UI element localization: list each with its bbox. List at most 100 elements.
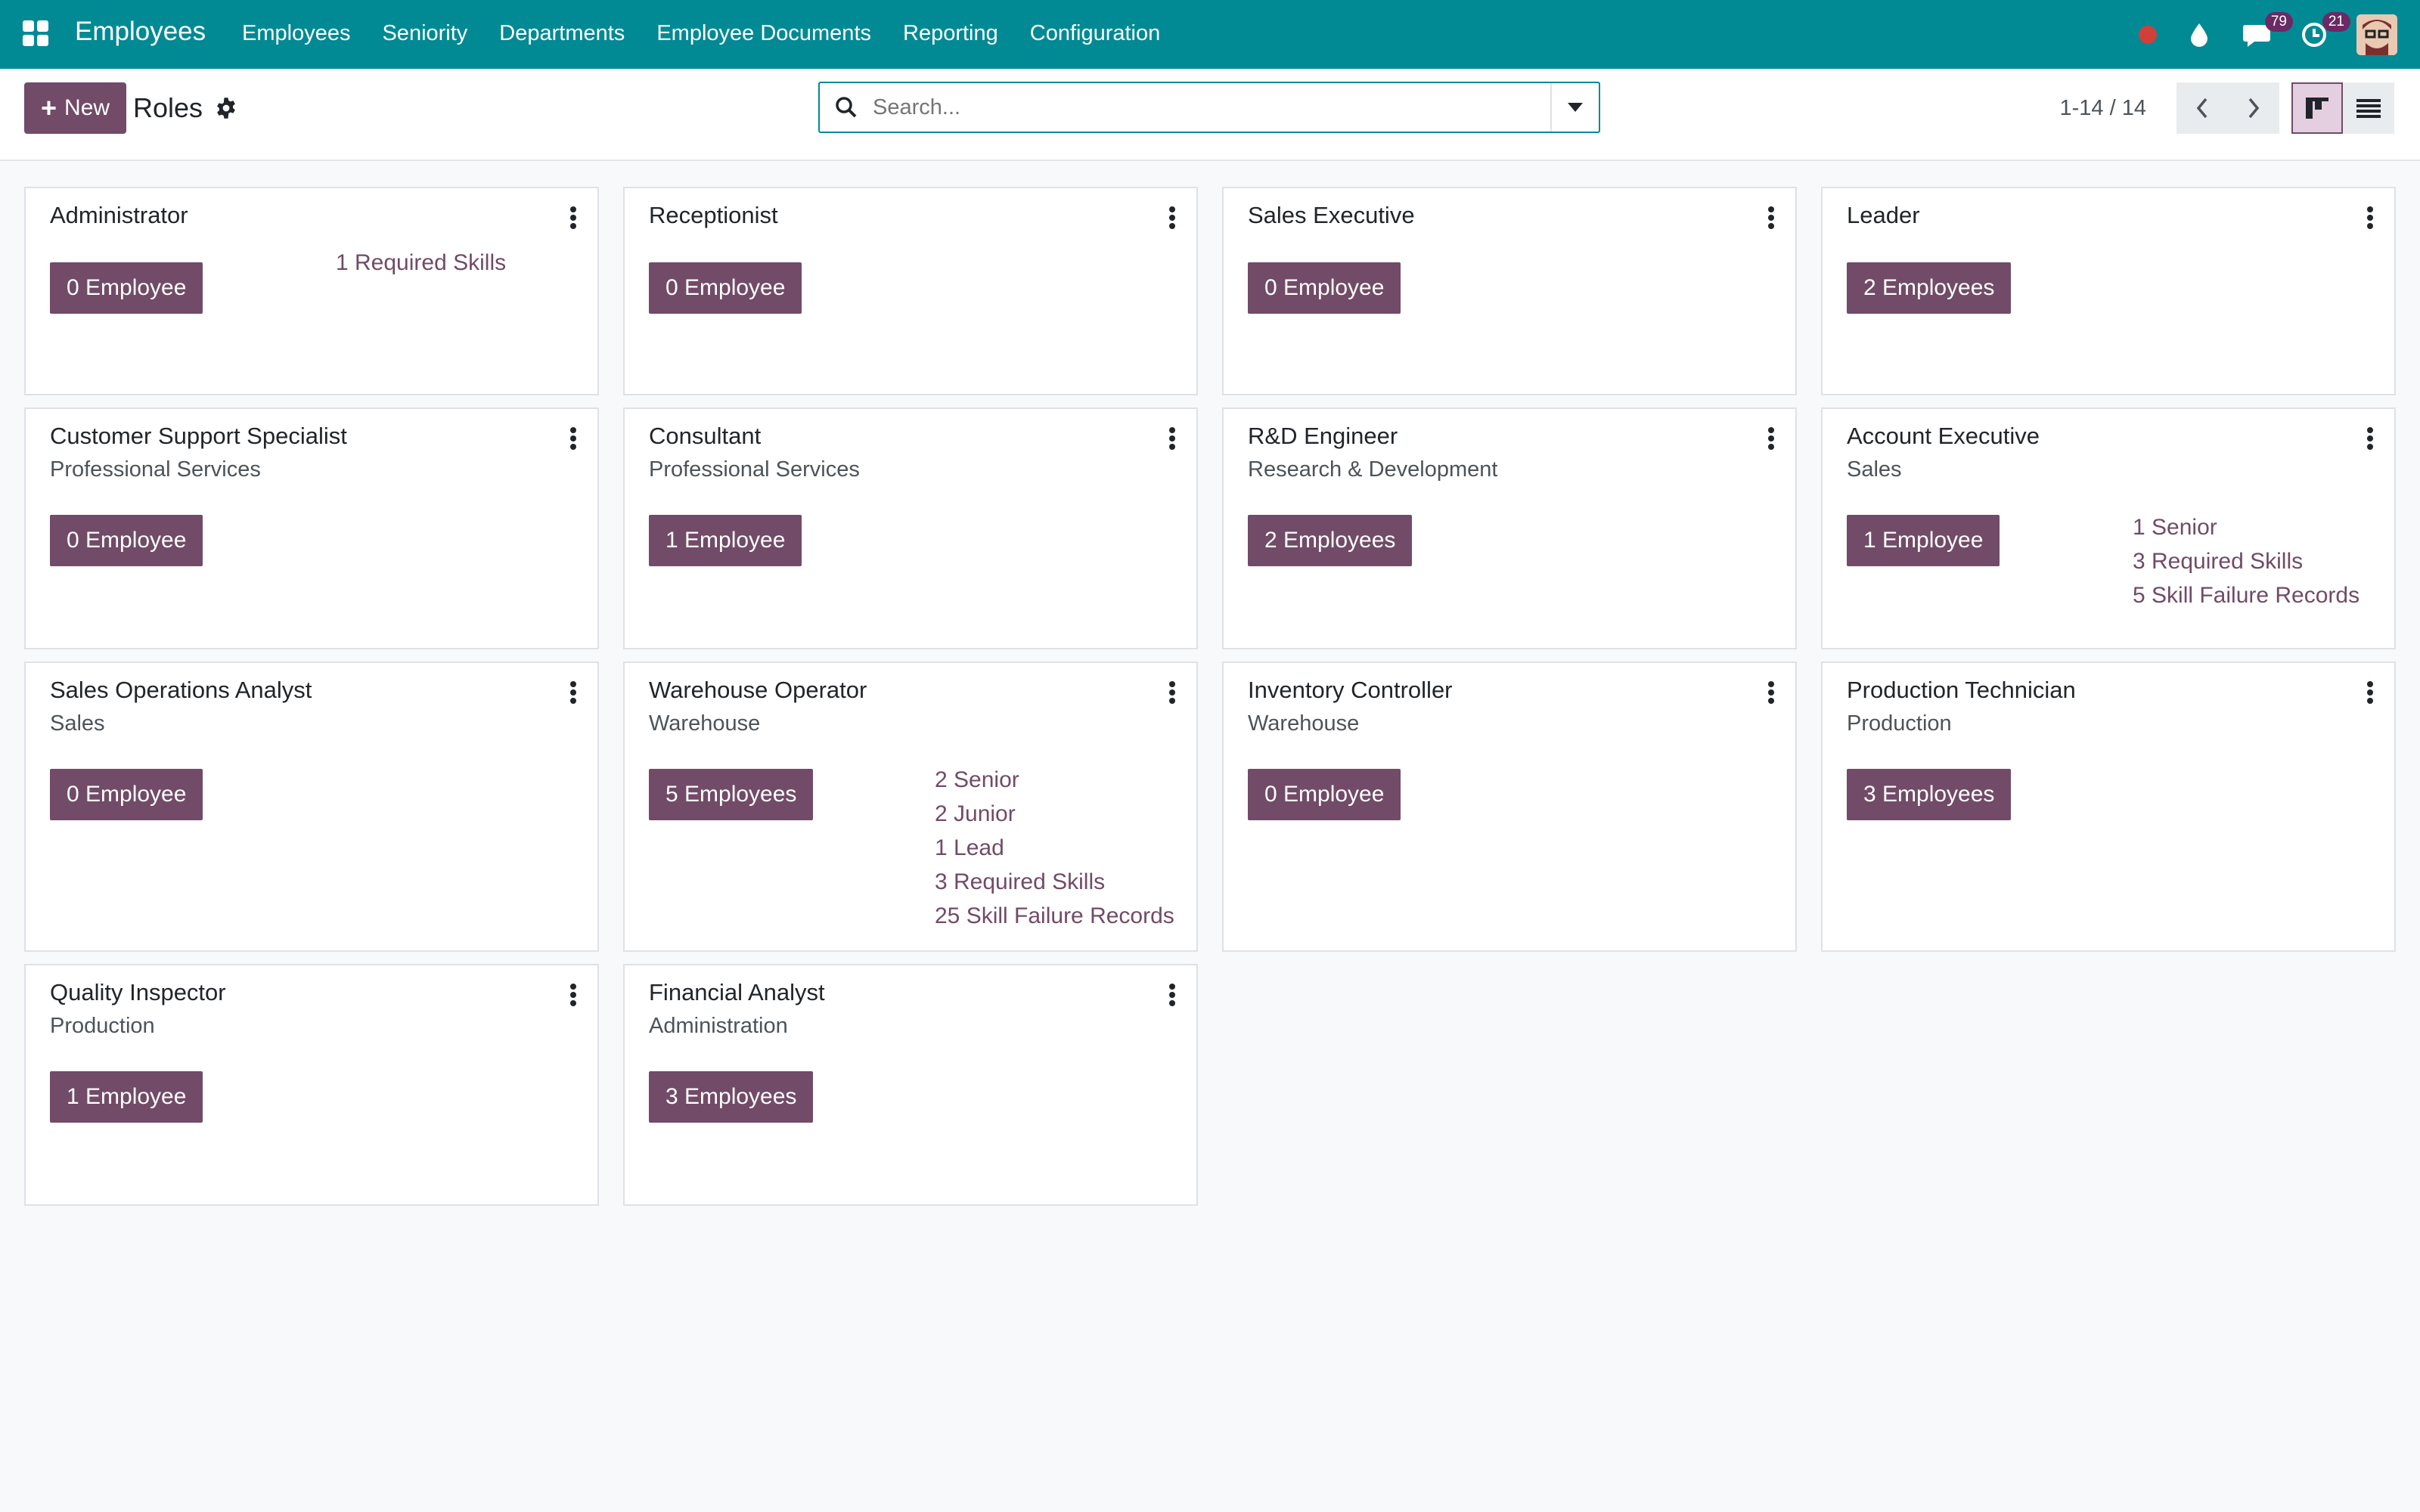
card-department: Professional Services <box>50 457 261 482</box>
record-icon[interactable] <box>2139 26 2157 44</box>
app-brand[interactable]: Employees <box>75 17 206 47</box>
main-menu: Employees Seniority Departments Employee… <box>242 21 1192 46</box>
menu-item-seniority[interactable]: Seniority <box>382 21 467 46</box>
junior-link[interactable]: 2 Junior <box>935 797 1174 831</box>
skill-failure-records-link[interactable]: 5 Skill Failure Records <box>2133 578 2360 612</box>
kebab-menu-icon[interactable] <box>1168 984 1177 1006</box>
gear-icon[interactable] <box>215 97 237 119</box>
card-links: 1 Required Skills <box>336 246 506 280</box>
pager-value[interactable]: 1-14 / 14 <box>2060 96 2146 121</box>
kebab-menu-icon[interactable] <box>1168 427 1177 450</box>
menu-item-departments[interactable]: Departments <box>499 21 625 46</box>
kanban-card[interactable]: Warehouse Operator Warehouse 5 Employees… <box>623 662 1198 952</box>
activity-clock-icon[interactable]: 21 <box>2299 12 2350 50</box>
kebab-menu-icon[interactable] <box>569 984 578 1006</box>
kanban-card[interactable]: Quality Inspector Production 1 Employee <box>24 964 599 1206</box>
card-department: Warehouse <box>649 711 761 736</box>
card-title: R&D Engineer <box>1248 423 1398 449</box>
chat-count-badge: 79 <box>2264 12 2293 32</box>
list-view-button[interactable] <box>2343 82 2394 134</box>
kebab-menu-icon[interactable] <box>2366 681 2375 704</box>
kanban-card[interactable]: Customer Support Specialist Professional… <box>24 407 599 649</box>
chat-icon[interactable]: 79 <box>2242 12 2293 50</box>
kanban-card[interactable]: Administrator 0 Employee 1 Required Skil… <box>24 187 599 395</box>
employees-button[interactable]: 5 Employees <box>649 769 814 820</box>
employees-button[interactable]: 0 Employee <box>50 262 203 314</box>
senior-link[interactable]: 1 Senior <box>2133 510 2360 544</box>
employees-button[interactable]: 3 Employees <box>1847 769 2012 820</box>
kanban-card[interactable]: R&D Engineer Research & Development 2 Em… <box>1222 407 1797 649</box>
employees-button[interactable]: 2 Employees <box>1248 515 1413 566</box>
employees-button[interactable]: 0 Employee <box>50 515 203 566</box>
skill-failure-records-link[interactable]: 25 Skill Failure Records <box>935 899 1174 933</box>
kanban-card[interactable]: Financial Analyst Administration 3 Emplo… <box>623 964 1198 1206</box>
kanban-card[interactable]: Inventory Controller Warehouse 0 Employe… <box>1222 662 1797 952</box>
kanban-card[interactable]: Receptionist 0 Employee <box>623 187 1198 395</box>
list-icon <box>2356 99 2381 118</box>
kebab-menu-icon[interactable] <box>2366 427 2375 450</box>
pager-previous-button[interactable] <box>2176 82 2228 134</box>
card-title: Quality Inspector <box>50 979 226 1005</box>
menu-item-reporting[interactable]: Reporting <box>903 21 998 46</box>
employees-button[interactable]: 1 Employee <box>649 515 802 566</box>
required-skills-link[interactable]: 3 Required Skills <box>2133 544 2360 578</box>
droplet-icon[interactable] <box>2184 20 2214 50</box>
card-title: Warehouse Operator <box>649 677 867 703</box>
employees-button[interactable]: 0 Employee <box>1248 262 1401 314</box>
card-department: Warehouse <box>1248 711 1360 736</box>
senior-link[interactable]: 2 Senior <box>935 763 1174 797</box>
employees-button[interactable]: 0 Employee <box>1248 769 1401 820</box>
card-title: Production Technician <box>1847 677 2076 703</box>
card-department: Sales <box>50 711 105 736</box>
kanban-card[interactable]: Sales Operations Analyst Sales 0 Employe… <box>24 662 599 952</box>
apps-menu-icon[interactable] <box>23 20 48 46</box>
kanban-card[interactable]: Consultant Professional Services 1 Emplo… <box>623 407 1198 649</box>
search-icon <box>836 97 857 118</box>
caret-down-icon <box>1568 103 1583 112</box>
card-department: Sales <box>1847 457 1902 482</box>
employees-button[interactable]: 0 Employee <box>649 262 802 314</box>
employees-button[interactable]: 0 Employee <box>50 769 203 820</box>
top-navbar: Employees Employees Seniority Department… <box>0 0 2420 69</box>
kanban-view-button[interactable] <box>2291 82 2343 134</box>
systray: 79 21 <box>2139 12 2397 56</box>
kebab-menu-icon[interactable] <box>569 427 578 450</box>
card-department: Professional Services <box>649 457 860 482</box>
card-links: 2 Senior 2 Junior 1 Lead 3 Required Skil… <box>935 763 1174 933</box>
kebab-menu-icon[interactable] <box>1767 681 1776 704</box>
required-skills-link[interactable]: 1 Required Skills <box>336 246 506 280</box>
card-department: Administration <box>649 1014 788 1038</box>
kanban-card[interactable]: Sales Executive 0 Employee <box>1222 187 1797 395</box>
required-skills-link[interactable]: 3 Required Skills <box>935 865 1174 899</box>
kebab-menu-icon[interactable] <box>2366 206 2375 229</box>
search-input[interactable] <box>871 94 1550 121</box>
card-title: Account Executive <box>1847 423 2040 449</box>
menu-item-configuration[interactable]: Configuration <box>1030 21 1161 46</box>
kebab-menu-icon[interactable] <box>569 206 578 229</box>
card-title: Customer Support Specialist <box>50 423 347 449</box>
employees-button[interactable]: 1 Employee <box>50 1071 203 1123</box>
kanban-card[interactable]: Production Technician Production 3 Emplo… <box>1821 662 2396 952</box>
menu-item-employee-documents[interactable]: Employee Documents <box>656 21 871 46</box>
kebab-menu-icon[interactable] <box>1767 206 1776 229</box>
kebab-menu-icon[interactable] <box>1168 681 1177 704</box>
kebab-menu-icon[interactable] <box>1168 206 1177 229</box>
view-switcher <box>2291 82 2394 134</box>
kanban-card[interactable]: Account Executive Sales 1 Employee 1 Sen… <box>1821 407 2396 649</box>
employees-button[interactable]: 1 Employee <box>1847 515 2000 566</box>
plus-icon: + <box>41 92 57 123</box>
card-title: Administrator <box>50 202 188 228</box>
menu-item-employees[interactable]: Employees <box>242 21 350 46</box>
card-title: Receptionist <box>649 202 778 228</box>
kebab-menu-icon[interactable] <box>569 681 578 704</box>
card-title: Financial Analyst <box>649 979 825 1005</box>
employees-button[interactable]: 2 Employees <box>1847 262 2012 314</box>
employees-button[interactable]: 3 Employees <box>649 1071 814 1123</box>
user-avatar[interactable] <box>2356 14 2397 55</box>
kebab-menu-icon[interactable] <box>1767 427 1776 450</box>
search-options-toggle[interactable] <box>1550 83 1599 132</box>
new-button[interactable]: + New <box>24 82 127 134</box>
kanban-card[interactable]: Leader 2 Employees <box>1821 187 2396 395</box>
pager-next-button[interactable] <box>2228 82 2279 134</box>
lead-link[interactable]: 1 Lead <box>935 831 1174 865</box>
